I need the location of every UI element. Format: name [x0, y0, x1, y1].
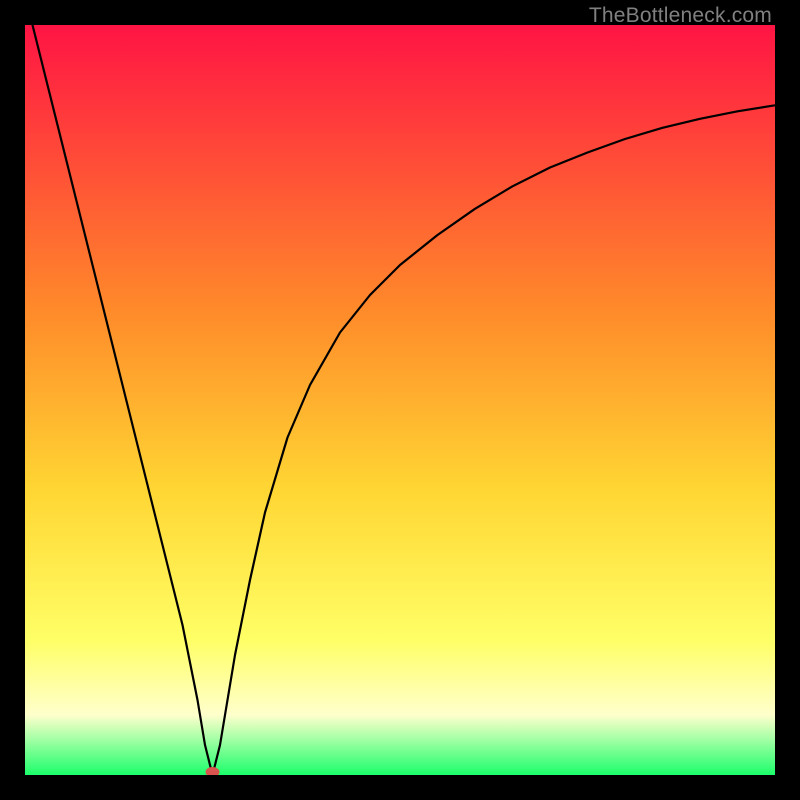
chart-frame [25, 25, 775, 775]
bottleneck-chart [25, 25, 775, 775]
gradient-background [25, 25, 775, 775]
